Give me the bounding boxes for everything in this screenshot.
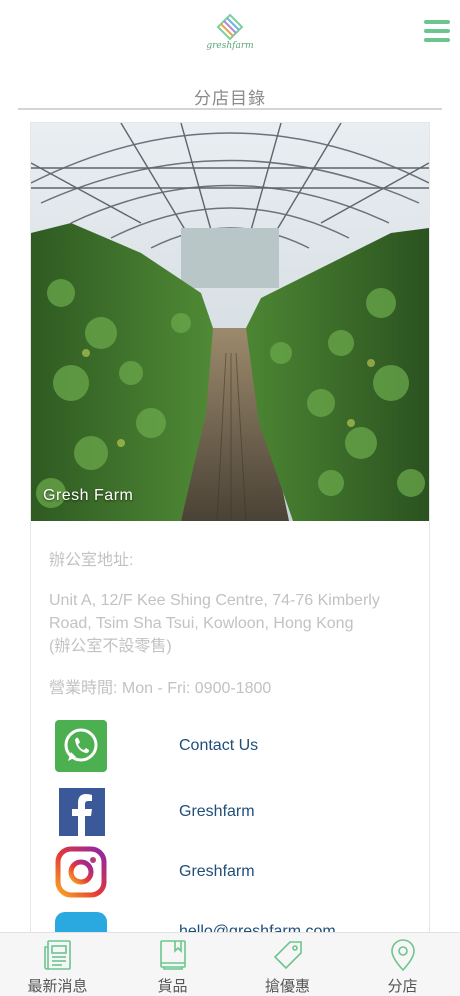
- greenhouse-photo: Gresh Farm: [31, 123, 429, 521]
- facebook-label: Greshfarm: [179, 803, 255, 820]
- instagram-label: Greshfarm: [179, 863, 255, 880]
- business-hours: 營業時間: Mon - Fri: 0900-1800: [49, 680, 272, 697]
- tab-label-products: 貨品: [157, 978, 188, 995]
- title-divider: [18, 108, 442, 110]
- tag-icon: [273, 941, 302, 970]
- store-card: Gresh Farm 辦公室地址: Unit A, 12/F Kee Shing…: [30, 122, 430, 996]
- instagram-link[interactable]: Greshfarm: [55, 845, 415, 899]
- address-line-1: Unit A, 12/F Kee Shing Centre, 74-76 Kim…: [49, 592, 380, 609]
- tab-label-news: 最新消息: [27, 978, 88, 995]
- tab-stores[interactable]: 分店: [345, 933, 460, 996]
- page-title: 分店目錄: [194, 89, 266, 108]
- hamburger-menu-icon[interactable]: [424, 20, 450, 42]
- app-header: greshfarm: [0, 0, 460, 72]
- address-line-2: Road, Tsim Sha Tsui, Kowloon, Hong Kong: [49, 615, 354, 632]
- office-address-label: 辦公室地址:: [49, 552, 134, 569]
- tab-deals[interactable]: 搶優惠: [230, 933, 345, 996]
- whatsapp-label: Contact Us: [179, 737, 259, 754]
- svg-text:greshfarm: greshfarm: [206, 41, 253, 51]
- tab-label-deals: 搶優惠: [264, 978, 310, 995]
- book-icon: [159, 940, 186, 970]
- instagram-icon: [55, 846, 107, 898]
- whatsapp-link[interactable]: Contact Us: [55, 719, 415, 773]
- tab-label-stores: 分店: [387, 978, 418, 995]
- news-icon: [43, 940, 71, 970]
- bottom-tab-bar: 最新消息 貨品 搶優惠 分店: [0, 932, 460, 996]
- address-note: (辦公室不設零售): [49, 638, 172, 655]
- gresh-logo-icon[interactable]: greshfarm: [204, 12, 256, 52]
- location-pin-icon: [390, 939, 415, 972]
- office-address: Unit A, 12/F Kee Shing Centre, 74-76 Kim…: [49, 589, 419, 658]
- photo-caption: Gresh Farm: [43, 487, 134, 504]
- facebook-icon: [55, 786, 107, 838]
- tab-news[interactable]: 最新消息: [0, 933, 115, 996]
- facebook-link[interactable]: Greshfarm: [55, 785, 415, 839]
- tab-products[interactable]: 貨品: [115, 933, 230, 996]
- whatsapp-icon: [55, 720, 107, 772]
